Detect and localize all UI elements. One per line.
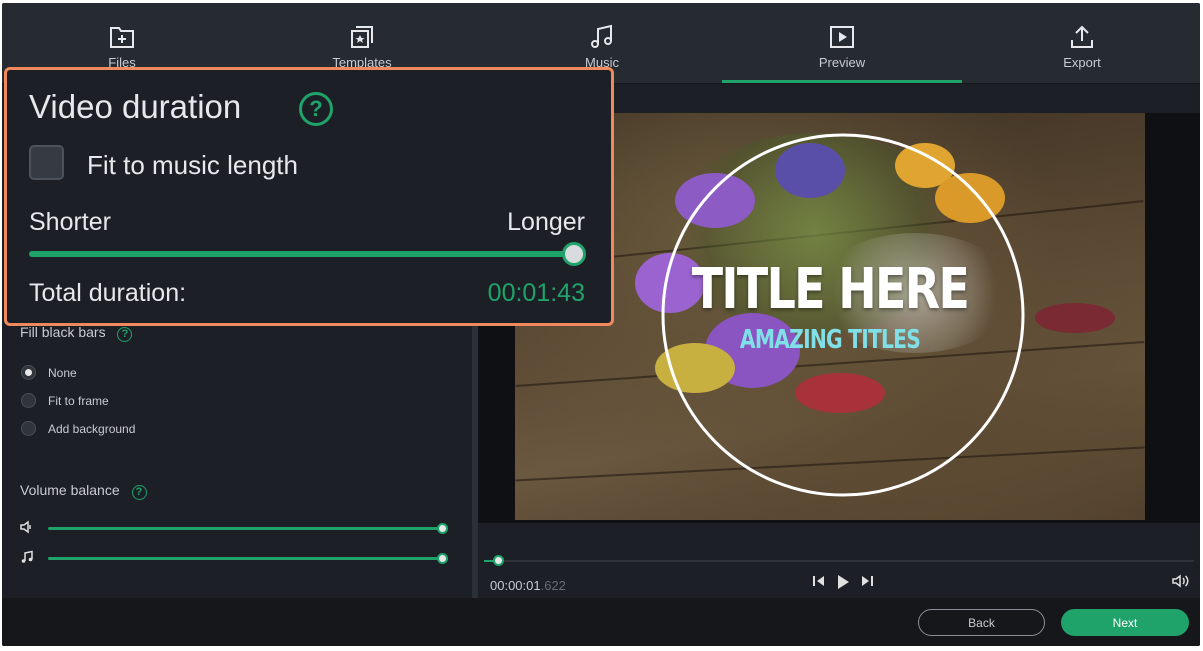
music-note-icon: [20, 550, 38, 567]
preview-icon: [828, 23, 856, 51]
fill-black-bars-heading: Fill black bars ?: [20, 324, 133, 342]
timecode: 00:00:01.622: [490, 578, 566, 593]
seek-track[interactable]: [484, 560, 1194, 562]
templates-icon: [348, 23, 376, 51]
help-icon[interactable]: ?: [117, 327, 133, 342]
longer-label: Longer: [507, 208, 585, 236]
radio-label: Fit to frame: [48, 393, 109, 408]
video-title-text: TITLE HERE: [691, 257, 970, 322]
duration-slider-handle[interactable]: [562, 242, 586, 266]
video-volume-slider[interactable]: [48, 522, 448, 534]
timecode-ms: .622: [540, 578, 566, 593]
export-icon: [1068, 23, 1096, 51]
radio-fit-to-frame[interactable]: Fit to frame: [21, 393, 109, 408]
fit-to-music-checkbox[interactable]: [29, 145, 64, 180]
slider-handle[interactable]: [437, 552, 448, 564]
help-icon[interactable]: ?: [299, 92, 333, 126]
speaker-icon: [20, 520, 38, 537]
volume-icon[interactable]: [1172, 574, 1190, 591]
tab-label: Export: [1063, 55, 1101, 70]
playhead[interactable]: [493, 555, 505, 566]
playback-bar: 00:00:01.622: [478, 554, 1200, 598]
next-frame-icon[interactable]: [860, 574, 874, 593]
radio-button[interactable]: [21, 365, 36, 380]
tab-export[interactable]: Export: [962, 3, 1200, 83]
music-icon: [588, 23, 616, 51]
total-duration-value: 00:01:43: [487, 279, 585, 307]
fill-black-bars-label: Fill black bars: [20, 324, 106, 340]
radio-add-background[interactable]: Add background: [21, 421, 135, 436]
radio-label: Add background: [48, 421, 136, 436]
slider-handle[interactable]: [437, 522, 448, 534]
next-button[interactable]: Next: [1061, 609, 1189, 636]
video-subtitle-text: AMAZING TITLES: [739, 325, 921, 355]
radio-button[interactable]: [21, 393, 36, 408]
previous-frame-icon[interactable]: [812, 574, 826, 593]
video-volume-row: [20, 520, 450, 536]
tab-preview[interactable]: Preview: [722, 3, 962, 83]
radio-button[interactable]: [21, 421, 36, 436]
help-icon[interactable]: ?: [131, 485, 147, 500]
play-icon[interactable]: [835, 574, 851, 593]
tab-label: Preview: [818, 55, 866, 70]
video-duration-title: Video duration: [29, 88, 242, 125]
bottom-bar: Back Next: [2, 598, 1200, 646]
timecode-main: 00:00:01: [490, 578, 541, 593]
volume-balance-heading: Volume balance ?: [20, 482, 147, 500]
fit-to-music-label: Fit to music length: [87, 150, 298, 180]
radio-none[interactable]: None: [21, 365, 77, 380]
total-duration-label: Total duration:: [29, 279, 187, 307]
music-volume-slider[interactable]: [48, 552, 448, 564]
shorter-label: Shorter: [29, 208, 111, 236]
video-duration-callout: Video duration ? Fit to music length Sho…: [4, 67, 614, 326]
back-button[interactable]: Back: [918, 609, 1045, 636]
music-volume-row: [20, 550, 450, 566]
radio-label: None: [48, 365, 77, 380]
duration-slider[interactable]: [29, 251, 575, 257]
add-file-icon: [108, 23, 136, 51]
playback-controls: [812, 574, 874, 593]
volume-balance-label: Volume balance: [20, 482, 120, 498]
